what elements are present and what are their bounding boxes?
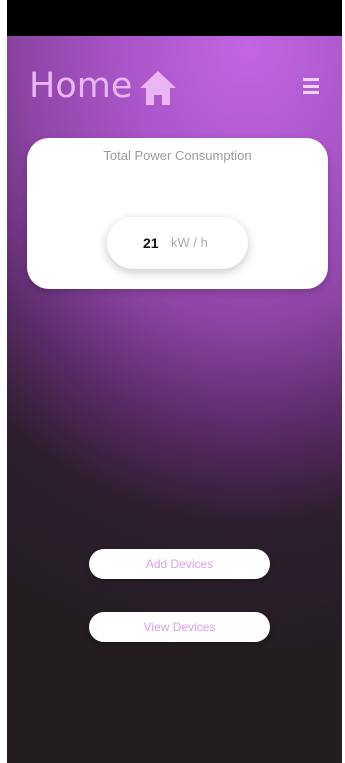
menu-icon-bar-bottom xyxy=(303,91,319,94)
menu-icon-bar-top xyxy=(303,78,319,81)
menu-icon[interactable] xyxy=(303,78,319,94)
add-devices-button[interactable]: Add Devices xyxy=(89,549,270,579)
power-unit: kW / h xyxy=(171,235,208,250)
app-screen: Home Total Power Consumption 21 kW / h A… xyxy=(7,0,342,763)
power-consumption-card: Total Power Consumption 21 kW / h xyxy=(27,138,328,289)
home-icon xyxy=(140,71,176,105)
header: Home xyxy=(7,36,342,126)
card-title: Total Power Consumption xyxy=(103,148,252,163)
status-bar xyxy=(7,0,342,36)
menu-icon-bar-middle xyxy=(303,84,319,88)
page-title: Home xyxy=(29,66,133,106)
view-devices-button[interactable]: View Devices xyxy=(89,612,270,642)
power-value: 21 xyxy=(143,235,159,251)
power-reading-pill: 21 kW / h xyxy=(107,217,248,269)
